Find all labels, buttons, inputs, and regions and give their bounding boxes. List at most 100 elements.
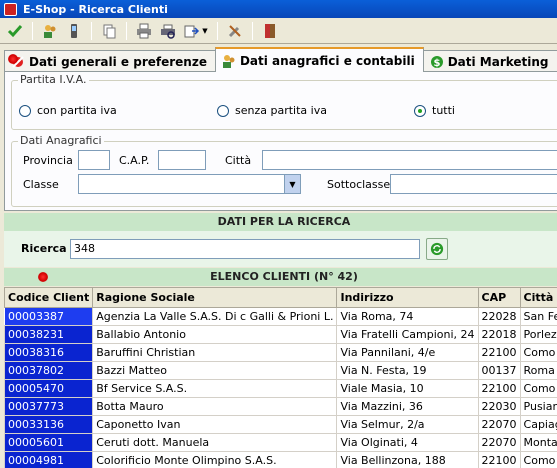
print-preview-icon[interactable]	[157, 20, 179, 42]
cell-cap[interactable]: 22100	[477, 379, 521, 398]
cell-ragione-sociale[interactable]: Baruffini Christian	[92, 343, 338, 362]
cell-citta[interactable]: San Fed	[519, 307, 557, 326]
cell-citta[interactable]: Porlezz	[519, 325, 557, 344]
chevron-down-icon[interactable]: ▼	[284, 175, 300, 193]
cell-ragione-sociale[interactable]: Ceruti dott. Manuela	[92, 433, 338, 452]
column-header[interactable]: Codice Client	[4, 287, 94, 308]
tab-label: Dati generali e preferenze	[29, 54, 207, 69]
cell-indirizzo[interactable]: Via N. Festa, 19	[336, 361, 479, 380]
cell-codice[interactable]: 00037773	[4, 397, 94, 416]
table-row[interactable]: 00037802 Bazzi Matteo Via N. Festa, 19 0…	[4, 361, 557, 380]
cell-citta[interactable]: Como	[519, 379, 557, 398]
cell-indirizzo[interactable]: Via Bellinzona, 188	[336, 451, 479, 468]
radio-tutti[interactable]: tutti	[414, 104, 455, 117]
radio-button[interactable]	[217, 104, 229, 117]
cell-indirizzo[interactable]: Viale Masia, 10	[336, 379, 479, 398]
mobile-icon[interactable]	[63, 20, 85, 42]
print-icon[interactable]	[133, 20, 155, 42]
cell-ragione-sociale[interactable]: Botta Mauro	[92, 397, 338, 416]
tab-dati-generali[interactable]: Dati generali e preferenze	[4, 50, 216, 72]
cell-citta[interactable]: Pusiano	[519, 397, 557, 416]
cell-indirizzo[interactable]: Via Olginati, 4	[336, 433, 479, 452]
citta-input[interactable]	[262, 150, 557, 170]
provincia-input[interactable]	[78, 150, 110, 170]
search-input[interactable]: 348	[70, 239, 420, 259]
list-section-header: ELENCO CLIENTI (N° 42)	[4, 268, 557, 286]
search-area: Ricerca 348	[4, 231, 557, 267]
copy-icon[interactable]	[98, 20, 120, 42]
radio-button-checked[interactable]	[414, 104, 426, 117]
radio-senza-partita-iva[interactable]: senza partita iva	[217, 104, 327, 117]
cell-cap[interactable]: 22100	[477, 343, 521, 362]
cell-ragione-sociale[interactable]: Agenzia La Valle S.A.S. Di c Galli & Pri…	[92, 307, 338, 326]
cell-ragione-sociale[interactable]: Ballabio Antonio	[92, 325, 338, 344]
cell-indirizzo[interactable]: Via Mazzini, 36	[336, 397, 479, 416]
cell-citta[interactable]: Como	[519, 451, 557, 468]
table-row[interactable]: 00037773 Botta Mauro Via Mazzini, 36 220…	[4, 397, 557, 416]
cell-codice[interactable]: 00003387	[4, 307, 94, 326]
users-icon[interactable]	[39, 20, 61, 42]
tab-strip: Dati generali e preferenze Dati anagrafi…	[4, 47, 557, 72]
app-icon	[4, 2, 17, 16]
cell-indirizzo[interactable]: Via Pannilani, 4/e	[336, 343, 479, 362]
chevron-down-icon[interactable]: ▼	[202, 27, 207, 35]
cell-indirizzo[interactable]: Via Fratelli Campioni, 24	[336, 325, 479, 344]
cell-indirizzo[interactable]: Via Roma, 74	[336, 307, 479, 326]
tools-icon[interactable]	[224, 20, 246, 42]
tab-dati-marketing[interactable]: $ Dati Marketing	[422, 50, 557, 72]
tab-label: Dati anagrafici e contabili	[239, 53, 415, 68]
cell-ragione-sociale[interactable]: Colorificio Monte Olimpino S.A.S.	[92, 451, 338, 468]
column-header[interactable]: Indirizzo	[336, 287, 479, 308]
cell-cap[interactable]: 22018	[477, 325, 521, 344]
radio-label: senza partita iva	[235, 104, 327, 117]
cap-input[interactable]	[158, 150, 206, 170]
cell-codice[interactable]: 00038231	[4, 325, 94, 344]
column-header[interactable]: Città	[519, 287, 557, 308]
cell-ragione-sociale[interactable]: Caponetto Ivan	[92, 415, 338, 434]
provincia-label: Provincia	[23, 154, 73, 167]
column-header[interactable]: CAP	[477, 287, 521, 308]
clienti-grid: Codice Client Ragione Sociale Indirizzo …	[4, 287, 557, 468]
search-label: Ricerca	[21, 242, 67, 255]
cell-citta[interactable]: Roma	[519, 361, 557, 380]
classe-select[interactable]: ▼	[78, 174, 301, 194]
table-row[interactable]: 00005601 Ceruti dott. Manuela Via Olgina…	[4, 433, 557, 452]
export-icon[interactable]: ▼	[181, 20, 211, 42]
clienti-table: Codice Client Ragione Sociale Indirizzo …	[4, 287, 557, 468]
cell-cap[interactable]: 22100	[477, 451, 521, 468]
radio-button[interactable]	[19, 104, 31, 117]
table-row[interactable]: 00038231 Ballabio Antonio Via Fratelli C…	[4, 325, 557, 344]
cell-cap[interactable]: 22030	[477, 397, 521, 416]
cell-citta[interactable]: Como	[519, 343, 557, 362]
table-row[interactable]: 00004981 Colorificio Monte Olimpino S.A.…	[4, 451, 557, 468]
table-row[interactable]: 00033136 Caponetto Ivan Via Selmur, 2/a …	[4, 415, 557, 434]
cell-citta[interactable]: Capiago	[519, 415, 557, 434]
table-row[interactable]: 00038316 Baruffini Christian Via Pannila…	[4, 343, 557, 362]
cell-codice[interactable]: 00004981	[4, 451, 94, 468]
table-row[interactable]: 00003387 Agenzia La Valle S.A.S. Di c Ga…	[4, 307, 557, 326]
cell-ragione-sociale[interactable]: Bf Service S.A.S.	[92, 379, 338, 398]
cell-codice[interactable]: 00037802	[4, 361, 94, 380]
refresh-button[interactable]	[426, 238, 448, 260]
search-section-header: DATI PER LA RICERCA	[4, 213, 557, 231]
radio-con-partita-iva[interactable]: con partita iva	[19, 104, 117, 117]
tab-dati-anagrafici[interactable]: Dati anagrafici e contabili	[214, 47, 424, 72]
confirm-icon[interactable]	[4, 20, 26, 42]
column-header[interactable]: Ragione Sociale	[92, 287, 338, 308]
cell-codice[interactable]: 00005470	[4, 379, 94, 398]
sottoclasse-label: Sottoclasse	[327, 178, 391, 191]
cell-cap[interactable]: 22070	[477, 433, 521, 452]
cell-ragione-sociale[interactable]: Bazzi Matteo	[92, 361, 338, 380]
toolbar: ▼	[0, 18, 557, 44]
cell-cap[interactable]: 22070	[477, 415, 521, 434]
cell-codice[interactable]: 00033136	[4, 415, 94, 434]
sottoclasse-input[interactable]	[390, 174, 557, 194]
cell-indirizzo[interactable]: Via Selmur, 2/a	[336, 415, 479, 434]
cell-codice[interactable]: 00038316	[4, 343, 94, 362]
table-row[interactable]: 00005470 Bf Service S.A.S. Viale Masia, …	[4, 379, 557, 398]
cell-cap[interactable]: 22028	[477, 307, 521, 326]
exit-icon[interactable]	[259, 20, 281, 42]
cell-citta[interactable]: Montan	[519, 433, 557, 452]
cell-codice[interactable]: 00005601	[4, 433, 94, 452]
cell-cap[interactable]: 00137	[477, 361, 521, 380]
